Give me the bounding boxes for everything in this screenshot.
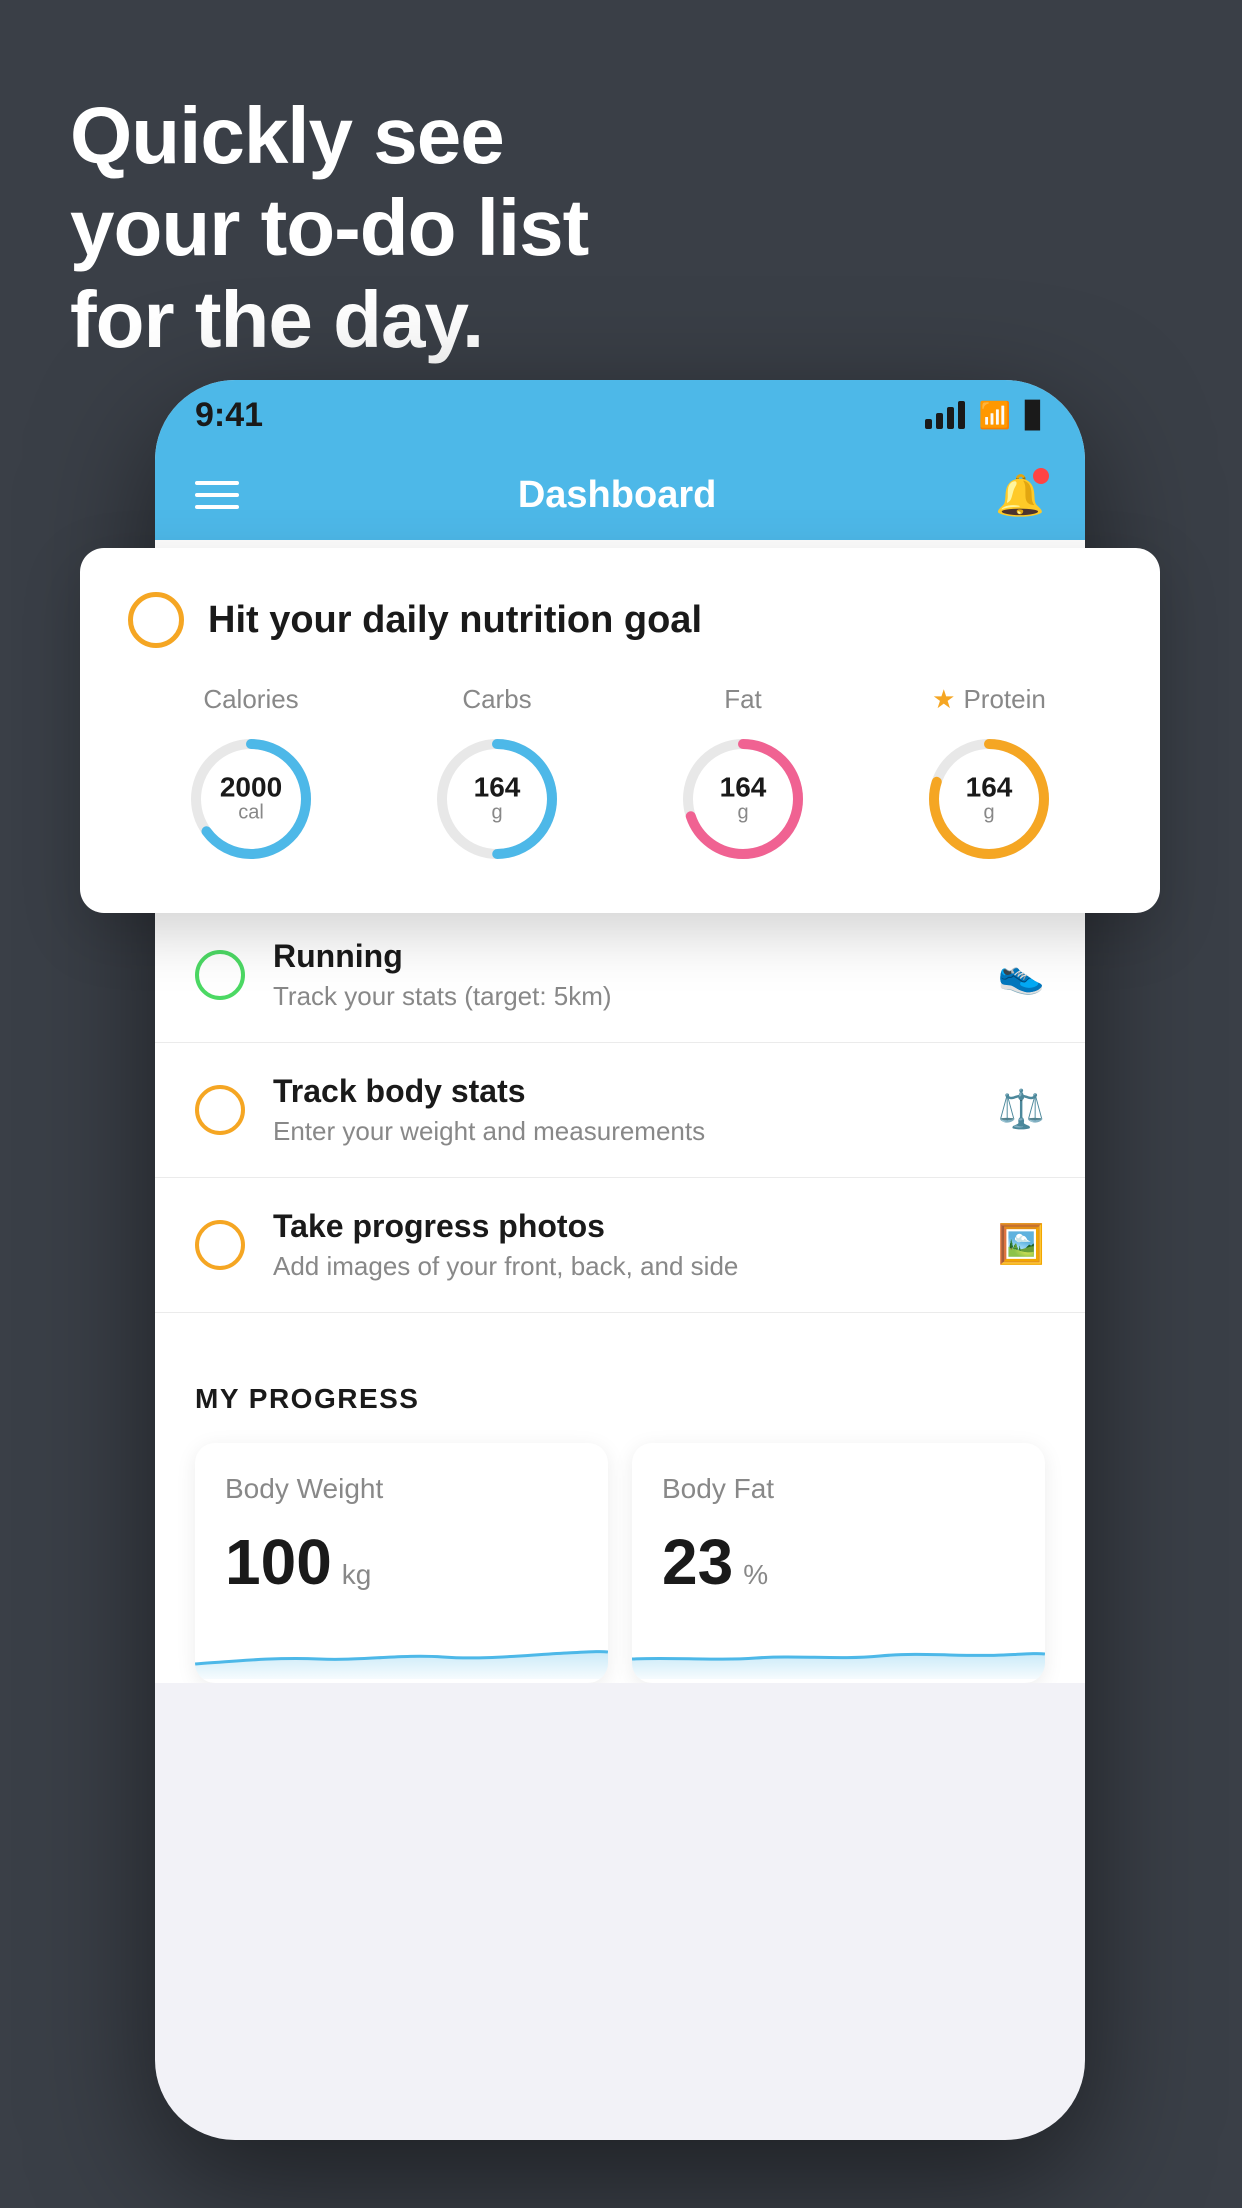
calories-value: 2000 (220, 774, 282, 802)
todo-text-running: Running Track your stats (target: 5km) (273, 938, 970, 1012)
protein-label: Protein (963, 684, 1045, 715)
hamburger-line (195, 505, 239, 509)
carbs-item: Carbs 164 g (427, 684, 567, 869)
carbs-circle: 164 g (427, 729, 567, 869)
notification-dot (1033, 468, 1049, 484)
hamburger-line (195, 493, 239, 497)
fat-unit: g (720, 802, 767, 825)
todo-title-photos: Take progress photos (273, 1208, 970, 1245)
body-weight-card[interactable]: Body Weight 100 kg (195, 1443, 608, 1683)
star-icon: ★ (932, 684, 955, 715)
todo-item-running[interactable]: Running Track your stats (target: 5km) 👟 (155, 908, 1085, 1043)
todo-list: Running Track your stats (target: 5km) 👟… (155, 908, 1085, 1313)
todo-text-body-stats: Track body stats Enter your weight and m… (273, 1073, 970, 1147)
calories-label: Calories (203, 684, 298, 715)
todo-circle-running (195, 950, 245, 1000)
headline-line3: for the day. (70, 274, 588, 366)
body-fat-card[interactable]: Body Fat 23 % (632, 1443, 1045, 1683)
nutrition-card-title: Hit your daily nutrition goal (208, 599, 702, 642)
calories-text: 2000 cal (220, 774, 282, 825)
todo-title-running: Running (273, 938, 970, 975)
nutrition-check-circle[interactable] (128, 592, 184, 648)
protein-unit: g (966, 802, 1013, 825)
nutrition-card-title-row: Hit your daily nutrition goal (128, 592, 1112, 648)
calories-circle: 2000 cal (181, 729, 321, 869)
protein-item: ★ Protein 164 g (919, 684, 1059, 869)
status-icons: 📶 ▊ (925, 400, 1045, 431)
todo-text-photos: Take progress photos Add images of your … (273, 1208, 970, 1282)
protein-circle: 164 g (919, 729, 1059, 869)
body-fat-value: 23 (662, 1525, 733, 1599)
body-weight-unit: kg (342, 1559, 372, 1591)
protein-value: 164 (966, 774, 1013, 802)
status-bar: 9:41 📶 ▊ (155, 380, 1085, 450)
body-weight-value-row: 100 kg (225, 1525, 578, 1599)
bell-icon[interactable]: 🔔 (995, 472, 1045, 519)
nutrition-card: Hit your daily nutrition goal Calories 2… (80, 548, 1160, 913)
todo-title-body-stats: Track body stats (273, 1073, 970, 1110)
fat-value: 164 (720, 774, 767, 802)
todo-subtitle-photos: Add images of your front, back, and side (273, 1251, 970, 1282)
running-icon: 👟 (998, 953, 1045, 997)
todo-subtitle-body-stats: Enter your weight and measurements (273, 1116, 970, 1147)
body-fat-label: Body Fat (662, 1473, 1015, 1505)
progress-section-title: MY PROGRESS (195, 1383, 1045, 1415)
headline-line1: Quickly see (70, 90, 588, 182)
header-title: Dashboard (518, 474, 716, 517)
todo-item-photos[interactable]: Take progress photos Add images of your … (155, 1178, 1085, 1313)
calories-item: Calories 2000 cal (181, 684, 321, 869)
wifi-icon: 📶 (979, 400, 1011, 431)
fat-circle: 164 g (673, 729, 813, 869)
progress-section: MY PROGRESS Body Weight 100 kg (155, 1343, 1085, 1683)
progress-cards: Body Weight 100 kg (195, 1443, 1045, 1683)
photo-icon: 🖼️ (998, 1223, 1045, 1267)
battery-icon: ▊ (1025, 400, 1045, 431)
fat-item: Fat 164 g (673, 684, 813, 869)
app-header: Dashboard 🔔 (155, 450, 1085, 540)
nutrition-row: Calories 2000 cal Carbs (128, 684, 1112, 869)
protein-text: 164 g (966, 774, 1013, 825)
headline: Quickly see your to-do list for the day. (70, 90, 588, 366)
body-weight-chart (195, 1619, 608, 1679)
scale-icon: ⚖️ (998, 1088, 1045, 1132)
carbs-unit: g (474, 802, 521, 825)
carbs-value: 164 (474, 774, 521, 802)
carbs-text: 164 g (474, 774, 521, 825)
body-fat-value-row: 23 % (662, 1525, 1015, 1599)
hamburger-line (195, 481, 239, 485)
fat-text: 164 g (720, 774, 767, 825)
carbs-label: Carbs (462, 684, 531, 715)
body-weight-value: 100 (225, 1525, 332, 1599)
todo-circle-body-stats (195, 1085, 245, 1135)
headline-line2: your to-do list (70, 182, 588, 274)
signal-icon (925, 401, 965, 429)
hamburger-menu[interactable] (195, 481, 239, 509)
calories-unit: cal (220, 802, 282, 825)
todo-circle-photos (195, 1220, 245, 1270)
fat-label: Fat (724, 684, 762, 715)
body-weight-label: Body Weight (225, 1473, 578, 1505)
todo-item-body-stats[interactable]: Track body stats Enter your weight and m… (155, 1043, 1085, 1178)
todo-subtitle-running: Track your stats (target: 5km) (273, 981, 970, 1012)
body-fat-chart (632, 1619, 1045, 1679)
body-fat-unit: % (743, 1559, 768, 1591)
status-time: 9:41 (195, 396, 263, 435)
